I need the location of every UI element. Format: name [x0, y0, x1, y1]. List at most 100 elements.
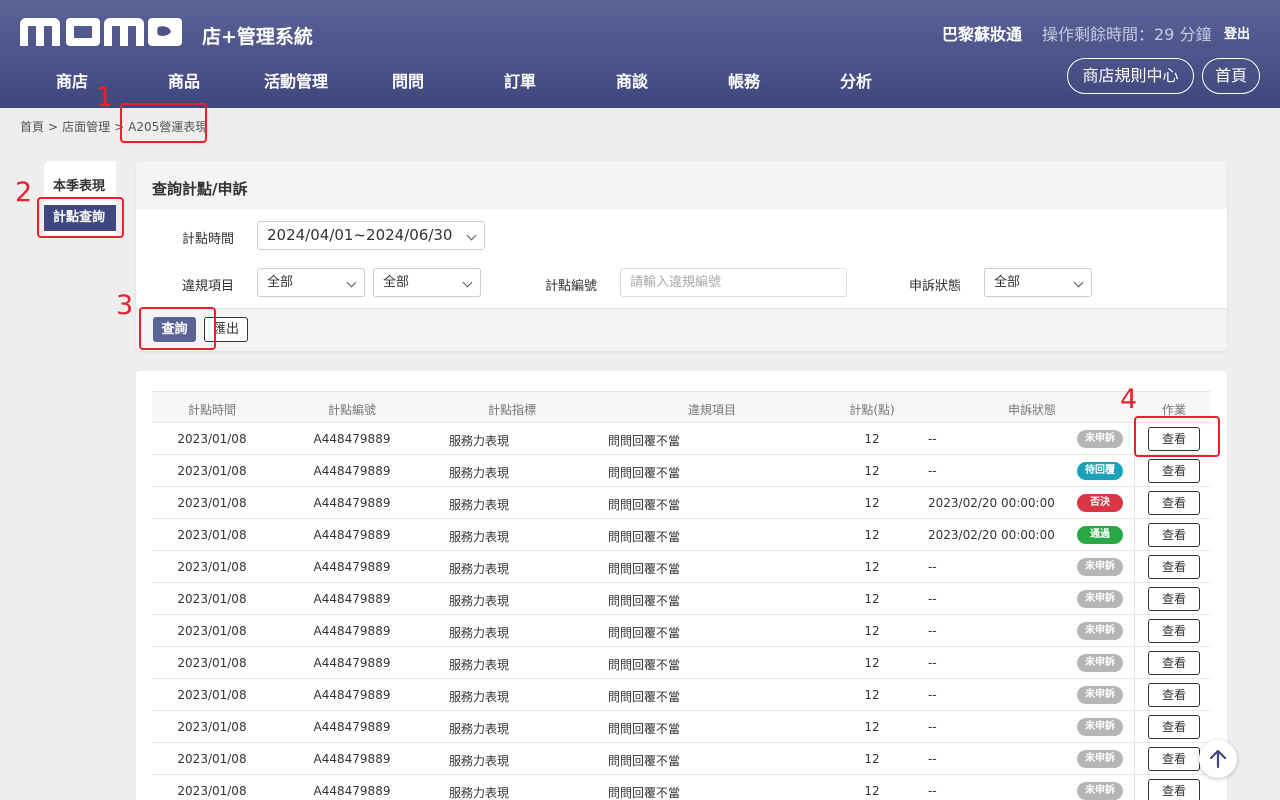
tab-points-query[interactable]: 計點查詢 [44, 205, 116, 231]
tab-quarterly-performance[interactable]: 本季表現 [53, 175, 105, 194]
status-badge: 未申訴 [1077, 686, 1123, 704]
cell-code: A448479889 [313, 496, 391, 510]
momo-logo-mark [20, 18, 182, 46]
cell-points: 12 [864, 624, 880, 638]
table-row: 2023/01/08 A448479889 服務力表現 問問回覆不當 12 2023/02… [152, 487, 1210, 519]
top-header: 店+管理系統 巴黎蘇妝通 操作剩餘時間：29 分鐘 登出 商店 商品 活動管理 … [0, 0, 1280, 108]
breadcrumb-home[interactable]: 首頁 [20, 120, 44, 134]
action-cell: 查看 [1134, 615, 1210, 647]
col-header-violation: 違規項目 [687, 403, 737, 417]
cell-appeal-time: 2023/02/20 00:00:00 [928, 496, 1055, 510]
nav-item-analytics[interactable]: 分析 [800, 68, 912, 92]
cell-date: 2023/01/08 [177, 752, 247, 766]
status-badge: 未申訴 [1077, 430, 1123, 448]
view-button[interactable]: 查看 [1148, 651, 1200, 675]
view-button[interactable]: 查看 [1148, 491, 1200, 515]
appeal-status-label: 申訴狀態 [909, 279, 962, 294]
view-button[interactable]: 查看 [1148, 683, 1200, 707]
annotation-number-4: 4 [1120, 384, 1138, 415]
query-panel-header: 查詢計點/申訴 [136, 161, 1227, 209]
nav-item-negotiation[interactable]: 商談 [576, 68, 688, 92]
cell-violation-item: 問問回覆不當 [608, 626, 681, 640]
action-cell: 查看 [1134, 583, 1210, 615]
table-row: 2023/01/08 A448479889 服務力表現 問問回覆不當 12 -- 未申訴 查看 [152, 647, 1210, 679]
cell-date: 2023/01/08 [177, 688, 247, 702]
period-label: 計點時間 [182, 232, 235, 247]
view-button[interactable]: 查看 [1148, 619, 1200, 643]
nav-item-qa[interactable]: 問問 [352, 68, 464, 92]
view-button[interactable]: 查看 [1148, 747, 1200, 771]
view-button[interactable]: 查看 [1148, 587, 1200, 611]
status-badge: 通過 [1077, 526, 1123, 544]
nav-item-accounting[interactable]: 帳務 [688, 68, 800, 92]
query-button[interactable]: 查詢 [153, 317, 196, 342]
cell-violation-item: 問問回覆不當 [608, 786, 681, 800]
side-tabs: 本季表現 計點查詢 [44, 161, 116, 235]
violation-category-select[interactable]: 全部 [257, 268, 365, 297]
nav-item-orders[interactable]: 訂單 [464, 68, 576, 92]
cell-date: 2023/01/08 [177, 656, 247, 670]
cell-appeal-time: -- [928, 464, 937, 478]
action-cell: 查看 [1134, 711, 1210, 743]
store-rules-center-button[interactable]: 商店規則中心 [1067, 58, 1194, 94]
breadcrumb-current: A205營運表現 [128, 120, 208, 134]
appeal-status-value: 全部 [994, 275, 1021, 290]
query-panel-title: 查詢計點/申訴 [152, 180, 248, 198]
cell-appeal-time: 2023/02/20 00:00:00 [928, 528, 1055, 542]
cell-indicator: 服務力表現 [449, 530, 510, 544]
cell-code: A448479889 [313, 560, 391, 574]
action-cell: 查看 [1134, 775, 1210, 800]
violation-code-input[interactable] [620, 268, 847, 297]
period-select[interactable]: 2024/04/01~2024/06/30 [257, 221, 485, 250]
view-button[interactable]: 查看 [1148, 459, 1200, 483]
status-badge: 待回覆 [1077, 462, 1123, 480]
table-row: 2023/01/08 A448479889 服務力表現 問問回覆不當 12 -- 未申訴 查看 [152, 743, 1210, 775]
cell-code: A448479889 [313, 688, 391, 702]
status-badge: 未申訴 [1077, 590, 1123, 608]
view-button[interactable]: 查看 [1148, 523, 1200, 547]
cell-indicator: 服務力表現 [449, 594, 510, 608]
cell-appeal-time: -- [928, 688, 937, 702]
cell-violation-item: 問問回覆不當 [608, 498, 681, 512]
cell-date: 2023/01/08 [177, 624, 247, 638]
view-button[interactable]: 查看 [1148, 779, 1200, 800]
breadcrumb-store-management[interactable]: 店面管理 [62, 120, 110, 134]
nav-item-products[interactable]: 商品 [128, 68, 240, 92]
cell-points: 12 [864, 752, 880, 766]
cell-indicator: 服務力表現 [449, 690, 510, 704]
cell-points: 12 [864, 720, 880, 734]
arrow-up-icon [1209, 749, 1227, 769]
table-row: 2023/01/08 A448479889 服務力表現 問問回覆不當 12 2023/02… [152, 519, 1210, 551]
cell-date: 2023/01/08 [177, 496, 247, 510]
logout-link[interactable]: 登出 [1224, 23, 1250, 42]
cell-appeal-time: -- [928, 784, 937, 798]
annotation-number-1: 1 [96, 82, 114, 113]
export-button[interactable]: 匯出 [204, 317, 248, 342]
appeal-status-select[interactable]: 全部 [984, 268, 1092, 297]
cell-indicator: 服務力表現 [449, 754, 510, 768]
cell-violation-item: 問問回覆不當 [608, 530, 681, 544]
session-timer: 操作剩餘時間：29 分鐘 [1042, 25, 1212, 44]
cell-indicator: 服務力表現 [449, 786, 510, 800]
nav-item-campaigns[interactable]: 活動管理 [240, 68, 352, 92]
cell-points: 12 [864, 688, 880, 702]
violation-item-value: 全部 [383, 275, 410, 290]
status-badge: 未申訴 [1077, 750, 1123, 768]
momo-logo[interactable] [20, 18, 182, 50]
view-button[interactable]: 查看 [1148, 427, 1200, 451]
scroll-top-button[interactable] [1199, 740, 1237, 778]
cell-code: A448479889 [313, 656, 391, 670]
view-button[interactable]: 查看 [1148, 555, 1200, 579]
action-cell: 查看 [1134, 423, 1210, 455]
results-panel: 計點時間 計點編號 計點指標 違規項目 計點(點) 申訴狀態 作業 2023/0… [136, 371, 1227, 800]
cell-indicator: 服務力表現 [449, 434, 510, 448]
cell-appeal-time: -- [928, 624, 937, 638]
view-button[interactable]: 查看 [1148, 715, 1200, 739]
home-button[interactable]: 首頁 [1202, 58, 1260, 94]
violation-item-select[interactable]: 全部 [373, 268, 481, 297]
annotation-number-3: 3 [116, 290, 134, 321]
cell-appeal-time: -- [928, 432, 937, 446]
cell-violation-item: 問問回覆不當 [608, 658, 681, 672]
chevron-down-icon [462, 277, 473, 288]
action-cell: 查看 [1134, 551, 1210, 583]
